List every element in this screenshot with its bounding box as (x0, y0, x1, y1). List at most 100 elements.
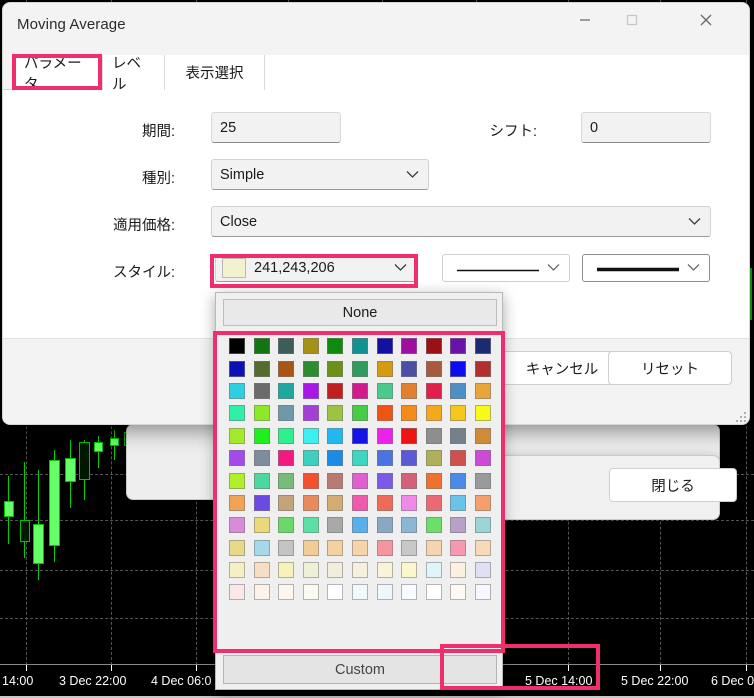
color-swatch-cell[interactable] (250, 492, 275, 514)
color-swatch-cell[interactable] (323, 559, 348, 581)
style-line-style-select[interactable] (582, 254, 710, 282)
color-swatch-cell[interactable] (397, 514, 422, 536)
color-swatch-cell[interactable] (225, 447, 250, 469)
color-swatch-cell[interactable] (372, 469, 397, 491)
color-swatch-cell[interactable] (299, 357, 324, 379)
color-swatch-cell[interactable] (250, 514, 275, 536)
color-swatch-cell[interactable] (470, 335, 495, 357)
color-swatch-cell[interactable] (397, 469, 422, 491)
color-swatch-cell[interactable] (250, 447, 275, 469)
color-swatch-cell[interactable] (348, 335, 373, 357)
color-swatch-cell[interactable] (470, 581, 495, 603)
color-swatch-cell[interactable] (323, 514, 348, 536)
color-swatch-cell[interactable] (470, 469, 495, 491)
color-palette-grid[interactable] (223, 333, 497, 647)
color-swatch-cell[interactable] (274, 514, 299, 536)
color-swatch-cell[interactable] (250, 537, 275, 559)
color-picker-dropdown[interactable]: None Custom (215, 292, 503, 690)
color-swatch-cell[interactable] (274, 357, 299, 379)
color-swatch-cell[interactable] (446, 559, 471, 581)
color-swatch-cell[interactable] (323, 447, 348, 469)
color-swatch-cell[interactable] (225, 335, 250, 357)
color-swatch-cell[interactable] (225, 402, 250, 424)
color-swatch-cell[interactable] (446, 425, 471, 447)
color-swatch-cell[interactable] (446, 537, 471, 559)
color-swatch-cell[interactable] (274, 537, 299, 559)
color-swatch-cell[interactable] (348, 402, 373, 424)
color-swatch-cell[interactable] (274, 425, 299, 447)
color-swatch-cell[interactable] (323, 335, 348, 357)
color-swatch-cell[interactable] (397, 402, 422, 424)
color-swatch-cell[interactable] (348, 514, 373, 536)
color-swatch-cell[interactable] (421, 335, 446, 357)
color-swatch-cell[interactable] (348, 581, 373, 603)
color-swatch-cell[interactable] (470, 402, 495, 424)
color-swatch-cell[interactable] (397, 559, 422, 581)
color-swatch-cell[interactable] (250, 380, 275, 402)
color-swatch-cell[interactable] (446, 335, 471, 357)
color-swatch-cell[interactable] (225, 380, 250, 402)
color-swatch-cell[interactable] (323, 492, 348, 514)
color-swatch-cell[interactable] (299, 469, 324, 491)
color-swatch-cell[interactable] (372, 357, 397, 379)
color-swatch-cell[interactable] (446, 514, 471, 536)
color-swatch-cell[interactable] (397, 447, 422, 469)
color-swatch-cell[interactable] (225, 537, 250, 559)
none-color-button[interactable]: None (223, 299, 497, 326)
color-swatch-cell[interactable] (348, 537, 373, 559)
color-swatch-cell[interactable] (446, 469, 471, 491)
color-swatch-cell[interactable] (323, 357, 348, 379)
color-swatch-cell[interactable] (348, 425, 373, 447)
color-swatch-cell[interactable] (274, 402, 299, 424)
color-swatch-cell[interactable] (470, 380, 495, 402)
color-swatch-cell[interactable] (421, 469, 446, 491)
color-swatch-cell[interactable] (323, 380, 348, 402)
color-swatch-cell[interactable] (397, 537, 422, 559)
color-swatch-cell[interactable] (372, 335, 397, 357)
color-swatch-cell[interactable] (348, 380, 373, 402)
color-swatch-cell[interactable] (299, 335, 324, 357)
color-swatch-cell[interactable] (397, 425, 422, 447)
shift-input[interactable]: 0 (581, 112, 711, 143)
color-swatch-cell[interactable] (299, 402, 324, 424)
color-swatch-cell[interactable] (372, 380, 397, 402)
color-swatch-cell[interactable] (446, 581, 471, 603)
color-swatch-cell[interactable] (299, 380, 324, 402)
close-window-button[interactable] (682, 3, 729, 37)
color-swatch-cell[interactable] (225, 514, 250, 536)
color-swatch-cell[interactable] (470, 559, 495, 581)
color-swatch-cell[interactable] (372, 581, 397, 603)
maximize-button[interactable] (608, 3, 655, 37)
color-swatch-cell[interactable] (299, 537, 324, 559)
custom-color-button[interactable]: Custom (223, 655, 497, 684)
color-swatch-cell[interactable] (250, 469, 275, 491)
color-swatch-cell[interactable] (470, 357, 495, 379)
color-swatch-cell[interactable] (397, 492, 422, 514)
tab-levels[interactable]: レベル (103, 55, 165, 90)
tab-parameters[interactable]: パラメータ (15, 55, 103, 90)
color-swatch-cell[interactable] (348, 559, 373, 581)
color-swatch-cell[interactable] (421, 559, 446, 581)
color-swatch-cell[interactable] (225, 357, 250, 379)
reset-button[interactable]: リセット (608, 351, 732, 385)
color-swatch-cell[interactable] (274, 469, 299, 491)
color-swatch-cell[interactable] (446, 447, 471, 469)
color-swatch-cell[interactable] (299, 514, 324, 536)
color-swatch-cell[interactable] (421, 402, 446, 424)
color-swatch-cell[interactable] (250, 402, 275, 424)
color-swatch-cell[interactable] (323, 581, 348, 603)
style-line-width-select[interactable] (442, 254, 570, 282)
color-swatch-cell[interactable] (421, 447, 446, 469)
color-swatch-cell[interactable] (299, 581, 324, 603)
color-swatch-cell[interactable] (274, 335, 299, 357)
color-swatch-cell[interactable] (250, 335, 275, 357)
color-swatch-cell[interactable] (299, 447, 324, 469)
color-swatch-cell[interactable] (421, 492, 446, 514)
color-swatch-cell[interactable] (470, 447, 495, 469)
color-swatch-cell[interactable] (446, 380, 471, 402)
color-swatch-cell[interactable] (274, 492, 299, 514)
color-swatch-cell[interactable] (397, 335, 422, 357)
color-swatch-cell[interactable] (372, 402, 397, 424)
color-swatch-cell[interactable] (299, 559, 324, 581)
tab-visualization[interactable]: 表示選択 (165, 55, 265, 90)
